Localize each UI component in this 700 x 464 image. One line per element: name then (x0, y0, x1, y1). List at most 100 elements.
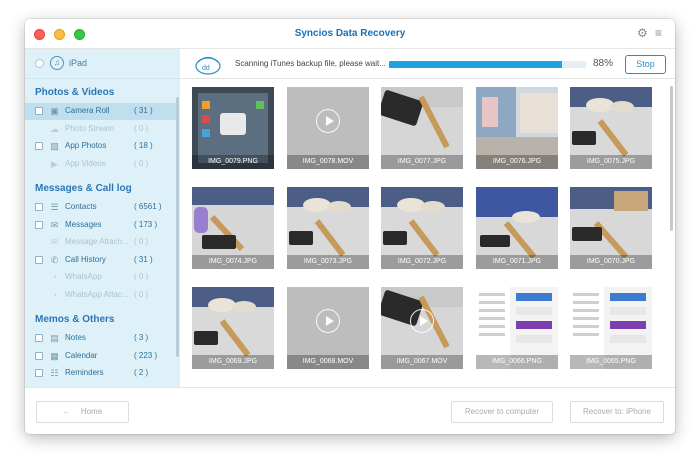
device-radio[interactable] (35, 59, 44, 68)
sidebar-item-count: ( 0 ) (134, 123, 149, 133)
sidebar: ♫ iPad Photos & Videos ▣ Camera Roll ( 31 )… (25, 49, 180, 387)
sidebar-item-count: ( 0 ) (134, 158, 149, 168)
video-thumbnail[interactable]: IMG_0078.MOV (287, 87, 369, 169)
whatsapp-attachment-icon: ◔ (51, 289, 58, 300)
thumbnail-caption: IMG_0067.MOV (381, 355, 463, 369)
photo-thumbnail[interactable]: IMG_0077.JPG (381, 87, 463, 169)
music-note-icon: ♫ (50, 56, 64, 70)
video-icon: ▶ (51, 158, 58, 169)
camera-icon: ▣ (50, 106, 59, 116)
thumbnail-caption: IMG_0069.JPG (192, 355, 274, 369)
gear-icon[interactable]: ⚙ (637, 27, 648, 39)
thumbnail-caption: IMG_0068.MOV (287, 355, 369, 369)
sidebar-item[interactable]: ▤ Notes ( 3 ) (25, 330, 176, 347)
sidebar-item-count: ( 0 ) (134, 272, 149, 281)
recover-to-device-button[interactable]: Recover to: iPhone (570, 401, 664, 423)
reminders-icon: ☷ (50, 368, 59, 378)
category-title: Messages & Call log (35, 183, 132, 194)
photo-thumbnail[interactable]: IMG_0071.JPG (476, 187, 558, 269)
sidebar-item-label: App Videos (65, 158, 106, 168)
sidebar-item-label: Contacts (65, 202, 97, 211)
sidebar-item[interactable]: ✉ Messages ( 173 ) (25, 217, 176, 234)
window-title: Syncios Data Recovery (294, 28, 406, 39)
whatsapp-icon: ◔ (51, 272, 58, 282)
sidebar-item-label: App Photos (65, 141, 107, 150)
sidebar-item[interactable]: ☁ Photo Stream ( 0 ) (25, 121, 176, 138)
play-icon (410, 309, 434, 333)
item-checkbox[interactable] (35, 142, 43, 150)
photo-thumbnail[interactable]: IMG_0076.JPG (476, 87, 558, 169)
item-checkbox[interactable] (35, 203, 43, 211)
sidebar-item[interactable]: ✆ Call History ( 31 ) (25, 252, 176, 269)
sidebar-item[interactable]: ▦ Calendar ( 223 ) (25, 348, 176, 365)
sidebar-item[interactable]: ◔ WhatsApp ( 0 ) (25, 269, 176, 286)
thumbnail-caption: IMG_0078.MOV (287, 155, 369, 169)
sidebar-item-count: ( 6561 ) (134, 202, 162, 211)
thumbnail-caption: IMG_0074.JPG (192, 255, 274, 269)
item-checkbox[interactable] (35, 107, 43, 115)
item-checkbox[interactable] (35, 351, 43, 360)
photo-thumbnail[interactable]: IMG_0079.PNG (192, 87, 274, 169)
item-checkbox[interactable] (35, 369, 43, 377)
play-icon (316, 309, 340, 333)
recover-to-computer-button[interactable]: Recover to computer (451, 401, 553, 423)
sidebar-item[interactable]: ▨ App Photos ( 18 ) (25, 138, 176, 155)
thumbnail-caption: IMG_0070.JPG (570, 255, 652, 269)
sidebar-item-count: ( 0 ) (134, 289, 149, 299)
footer-bar: ← Home Recover to computer Recover to: iP… (25, 387, 675, 434)
stop-button[interactable]: Stop (625, 55, 666, 74)
sidebar-item-label: Message Attach... (65, 237, 129, 246)
sidebar-item-label: Calendar (65, 350, 98, 360)
scan-status-text: Scanning iTunes backup file, please wait… (235, 59, 386, 68)
sidebar-item[interactable]: ▶ App Videos ( 0 ) (25, 156, 176, 173)
category-title: Photos & Videos (35, 87, 115, 98)
sidebar-item[interactable]: ☷ Reminders ( 2 ) (25, 365, 176, 382)
scan-progress-fill (389, 61, 563, 68)
sidebar-item-count: ( 3 ) (134, 333, 149, 342)
notes-icon: ▤ (50, 333, 59, 343)
photo-thumbnail[interactable]: IMG_0066.PNG (476, 287, 558, 369)
thumbnail-caption: IMG_0071.JPG (476, 255, 558, 269)
sidebar-item[interactable]: ▣ Camera Roll ( 31 ) (25, 103, 176, 120)
item-checkbox[interactable] (35, 220, 43, 229)
item-checkbox[interactable] (35, 255, 43, 264)
thumbnail-caption: IMG_0066.PNG (476, 355, 558, 369)
sidebar-item-count: ( 31 ) (134, 254, 153, 264)
photo-thumbnail[interactable]: IMG_0070.JPG (570, 187, 652, 269)
sidebar-item[interactable]: ✉ Message Attach... ( 0 ) (25, 234, 176, 251)
contacts-icon: ☰ (50, 202, 59, 212)
item-checkbox[interactable] (35, 334, 43, 342)
sidebar-item-count: ( 2 ) (134, 368, 149, 377)
sidebar-item[interactable]: ◔ WhatsApp Attac... ( 0 ) (25, 287, 176, 304)
sidebar-scrollbar[interactable] (176, 97, 179, 357)
sidebar-item-label: WhatsApp Attac... (65, 289, 129, 299)
thumbnail-caption: IMG_0075.JPG (570, 155, 652, 169)
sidebar-item-label: Photo Stream (65, 123, 114, 133)
photo-thumbnail[interactable]: IMG_0074.JPG (192, 187, 274, 269)
menu-icon[interactable]: ≡ (655, 27, 662, 39)
grid-scrollbar[interactable] (670, 86, 673, 231)
sidebar-item-count: ( 31 ) (134, 106, 153, 115)
scan-progress-percent: 88% (593, 58, 614, 69)
home-button[interactable]: ← Home (36, 401, 129, 423)
thumbnail-caption: IMG_0079.PNG (192, 155, 274, 169)
sidebar-item-count: ( 223 ) (134, 350, 158, 360)
home-button-label: Home (80, 407, 103, 416)
video-thumbnail[interactable]: IMG_0068.MOV (287, 287, 369, 369)
phone-icon: ✆ (50, 254, 59, 265)
video-thumbnail[interactable]: IMG_0067.MOV (381, 287, 463, 369)
sidebar-item-count: ( 173 ) (134, 219, 158, 229)
photo-thumbnail[interactable]: IMG_0072.JPG (381, 187, 463, 269)
thumbnail-caption: IMG_0073.JPG (287, 255, 369, 269)
title-bar: Syncios Data Recovery ⚙ ≡ (25, 19, 675, 49)
sidebar-item[interactable]: ☰ Contacts ( 6561 ) (25, 199, 176, 216)
cloud-icon: ☁ (50, 123, 59, 134)
photo-thumbnail[interactable]: IMG_0069.JPG (192, 287, 274, 369)
photo-thumbnail[interactable]: IMG_0065.PNG (570, 287, 652, 369)
photo-thumbnail[interactable]: IMG_0075.JPG (570, 87, 652, 169)
svg-text:dd: dd (202, 65, 210, 72)
category-title: Memos & Others (35, 314, 115, 325)
play-icon (316, 109, 340, 133)
device-row[interactable]: ♫ iPad (25, 49, 180, 79)
photo-thumbnail[interactable]: IMG_0073.JPG (287, 187, 369, 269)
